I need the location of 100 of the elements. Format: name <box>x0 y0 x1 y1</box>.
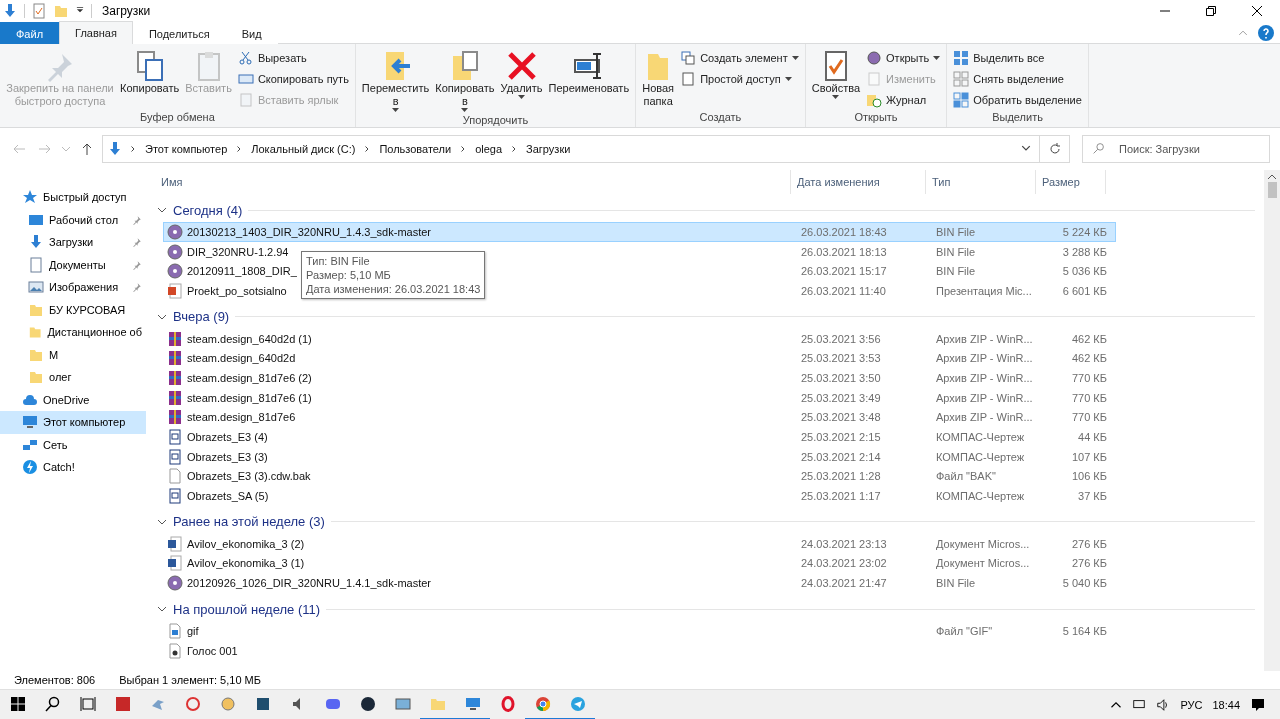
scroll-up-icon <box>1268 174 1276 179</box>
navigation-item[interactable]: M <box>0 343 146 366</box>
word-document-icon <box>167 555 183 572</box>
ribbon-button[interactable]: Журнал <box>864 90 943 109</box>
group-header[interactable]: Ранее на этой неделе (3) <box>155 509 1255 534</box>
language-indicator[interactable]: РУС <box>1180 698 1203 711</box>
breadcrumb[interactable]: Пользователи <box>377 143 454 155</box>
group-header[interactable]: Сегодня (4) <box>155 198 1255 222</box>
invert-selection-icon <box>953 91 970 108</box>
file-name: DIR_320NRU-1.2.94 <box>187 245 289 258</box>
ribbon-button[interactable]: Копировать в <box>433 48 497 114</box>
breadcrumb[interactable]: Загрузки <box>524 143 573 155</box>
date-cell: 25.03.2021 3:50 <box>801 371 881 384</box>
ribbon-button[interactable]: Выделить все <box>951 48 1084 67</box>
type-cell: Архив ZIP - WinR... <box>936 371 1033 384</box>
column-header[interactable]: Размер <box>1036 170 1106 194</box>
drawing-file-icon <box>167 488 183 505</box>
group-title: Упорядочить <box>461 114 530 127</box>
group-header[interactable]: На прошлой неделе (11) <box>155 597 1255 621</box>
scrollbar-thumb[interactable] <box>1267 182 1277 198</box>
group-header[interactable]: Вчера (9) <box>155 304 1255 329</box>
navigation-item[interactable]: Этот компьютер <box>0 411 146 434</box>
type-cell: BIN File <box>936 225 976 238</box>
refresh-button[interactable] <box>1040 135 1070 163</box>
navigation-item[interactable]: олег <box>0 366 146 389</box>
item-count: Элементов: 806 <box>14 674 96 686</box>
type-cell: Архив ZIP - WinR... <box>936 391 1033 404</box>
chevron-icon <box>157 313 167 320</box>
new-item-icon <box>680 49 697 66</box>
notifications-icon <box>1250 696 1266 713</box>
select-all-icon <box>953 49 970 66</box>
navigation-item[interactable]: Документы <box>0 253 146 276</box>
file-name: 20120926_1026_DIR_320NRU_1.4.1_sdk-master <box>187 577 431 590</box>
column-header[interactable]: Имя <box>155 170 791 194</box>
navigation-item[interactable]: Сеть <box>0 433 146 456</box>
navigation-item[interactable]: Catch! <box>0 456 146 479</box>
properties-icon <box>31 3 47 19</box>
navigation-item[interactable]: Загрузки <box>0 231 146 254</box>
archive-icon <box>167 389 183 406</box>
ribbon-button[interactable]: Снять выделение <box>951 69 1084 88</box>
ribbon-button[interactable]: Свойства <box>809 48 863 111</box>
breadcrumb[interactable]: Этот компьютер <box>143 143 230 155</box>
type-cell: Файл "BAK" <box>936 470 996 483</box>
group-title: Открыть <box>853 111 899 125</box>
chevron-right-icon <box>129 145 137 153</box>
search-field[interactable]: Поиск: Загрузки <box>1082 135 1270 163</box>
chevron-icon <box>157 518 167 525</box>
ribbon-button[interactable]: Вырезать <box>235 48 351 67</box>
ribbon-button[interactable]: Переименовать <box>546 48 632 114</box>
window-title: Загрузки <box>102 4 151 18</box>
clock[interactable]: 18:44 <box>1212 698 1240 711</box>
ribbon-button[interactable]: Обратить выделение <box>951 90 1084 109</box>
disc-icon <box>167 223 183 240</box>
file-name: gif <box>187 624 199 637</box>
ribbon-button[interactable]: Удалить <box>498 48 545 114</box>
ribbon-button[interactable]: Простой доступ <box>678 69 801 88</box>
date-cell: 24.03.2021 21:47 <box>801 577 887 590</box>
type-cell: BIN File <box>936 577 976 590</box>
date-cell: 24.03.2021 23:02 <box>801 557 887 570</box>
chevron-icon <box>157 207 167 213</box>
scrollbar[interactable] <box>1264 170 1280 671</box>
navigation-item[interactable]: Рабочий стол <box>0 208 146 231</box>
paint-icon <box>184 695 201 712</box>
address-bar[interactable]: Этот компьютер Локальный диск (C:) Пользователи olega Загрузки <box>102 135 1040 163</box>
navigation-item[interactable]: Изображения <box>0 276 146 299</box>
navigation-item[interactable]: Дистанционное об <box>0 321 146 344</box>
paper-plane-icon <box>569 695 586 712</box>
navigation-item[interactable]: Быстрый доступ <box>0 186 146 209</box>
disc-icon <box>167 243 183 260</box>
type-cell: Архив ZIP - WinR... <box>936 352 1033 365</box>
size-cell: 276 КБ <box>1071 557 1107 570</box>
navigation-item[interactable]: БУ КУРСОВАЯ <box>0 298 146 321</box>
disc-icon <box>167 575 183 592</box>
file-name: Avilov_ekonomika_3 (1) <box>187 557 305 570</box>
breadcrumb[interactable]: olega <box>473 143 505 155</box>
file-name: Obrazets_E3 (3).cdw.bak <box>187 470 311 483</box>
file-menu-tab[interactable]: Файл <box>0 22 60 44</box>
breadcrumb[interactable]: Локальный диск (C:) <box>249 143 358 155</box>
date-cell: 26.03.2021 15:17 <box>801 265 887 278</box>
type-cell: BIN File <box>936 265 976 278</box>
navigation-item[interactable]: OneDrive <box>0 388 146 411</box>
chevron-down-icon <box>1021 143 1031 153</box>
size-cell: 5 040 КБ <box>1062 577 1107 590</box>
lightning-icon <box>22 459 38 476</box>
file-name: steam.design_81d7e6 (1) <box>187 391 312 404</box>
ribbon-button[interactable]: Копировать <box>118 48 182 111</box>
selected-file-row[interactable]: 20130213_1403_DIR_320NRU_1.4.3_sdk-master 26.03.2021 18:43 BIN File 5 224 КБ <box>163 222 1116 242</box>
column-header[interactable]: Дата изменения <box>791 170 926 194</box>
ribbon-button[interactable]: Создать элемент <box>678 48 801 67</box>
column-header[interactable]: Тип <box>926 170 1036 194</box>
select-none-icon <box>953 70 970 87</box>
ribbon-button[interactable]: Новая папка <box>640 48 677 111</box>
ribbon-button[interactable]: Скопировать путь <box>235 69 351 88</box>
size-cell: 770 КБ <box>1071 371 1107 384</box>
tooltip-line: Дата изменения: 26.03.2021 18:43 <box>306 282 481 296</box>
computer-icon <box>22 414 38 431</box>
group-title: Создать <box>698 111 743 125</box>
ribbon-button[interactable]: Открыть <box>864 48 943 67</box>
ribbon-button[interactable]: Переместить в <box>359 48 432 114</box>
ribbon-tab[interactable]: Главная <box>59 21 133 44</box>
